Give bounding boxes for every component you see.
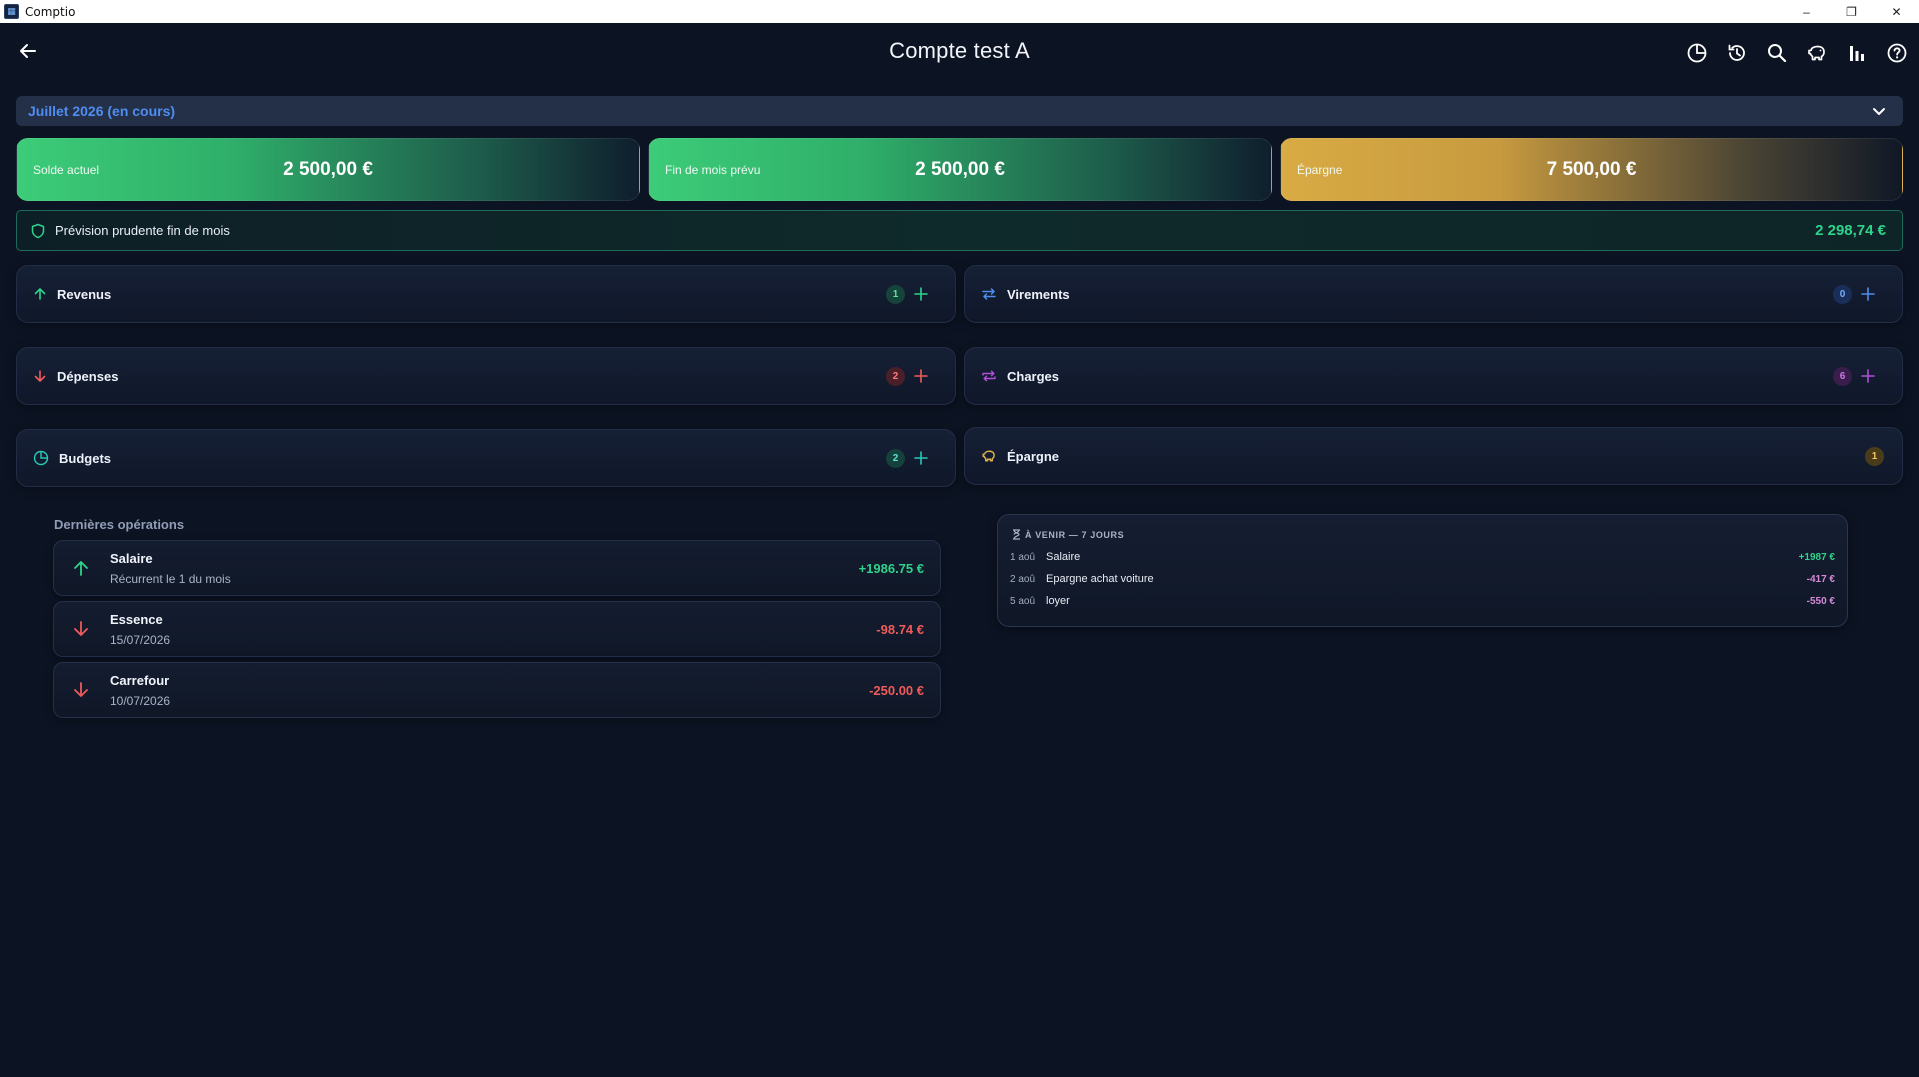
- arrow-down-icon: [74, 621, 88, 636]
- operation-amount: -250.00 €: [869, 683, 924, 698]
- operation-detail: 15/07/2026: [110, 633, 171, 647]
- operation-amount: +1986.75 €: [858, 561, 924, 576]
- help-icon: [1887, 43, 1907, 63]
- upcoming-amount: +1987 €: [1798, 551, 1835, 563]
- app-logo-icon: ▦: [4, 4, 19, 19]
- count-badge: 1: [1865, 446, 1884, 466]
- recent-operations-title: Dernières opérations: [54, 517, 185, 532]
- add-virement-button[interactable]: [1858, 284, 1878, 304]
- operation-row[interactable]: Essence 15/07/2026 -98.74 €: [53, 601, 941, 657]
- plus-icon: [914, 451, 928, 465]
- operation-name: Essence: [110, 612, 163, 627]
- chevron-down-icon: [1873, 108, 1885, 115]
- arrow-down-icon: [74, 682, 88, 697]
- arrow-up-icon: [34, 288, 46, 300]
- pie-chart-icon: [1687, 43, 1707, 63]
- tile-revenus[interactable]: Revenus 1: [16, 265, 956, 323]
- upcoming-item: 1 aoû Salaire +1987 €: [1010, 548, 1835, 566]
- upcoming-item: 2 aoû Epargne achat voiture -417 €: [1010, 570, 1835, 588]
- tile-virements[interactable]: Virements 0: [964, 265, 1903, 323]
- tile-label: Virements: [1007, 286, 1070, 302]
- piggy-bank-icon: [982, 450, 995, 462]
- tile-label: Dépenses: [57, 368, 119, 384]
- arrow-down-icon: [34, 370, 46, 382]
- plus-icon: [1861, 287, 1875, 301]
- app-title: Comptio: [25, 4, 76, 19]
- tile-depenses[interactable]: Dépenses 2: [16, 347, 956, 405]
- operation-detail: Récurrent le 1 du mois: [110, 572, 231, 586]
- card-value: 2 500,00 €: [915, 158, 1005, 180]
- savings-button[interactable]: [1803, 39, 1831, 67]
- plus-icon: [1861, 369, 1875, 383]
- close-button[interactable]: ✕: [1874, 0, 1919, 23]
- tile-label: Épargne: [1007, 448, 1060, 464]
- tile-budgets[interactable]: Budgets 2: [16, 429, 956, 487]
- forecast-value: 2 298,74 €: [1815, 222, 1886, 239]
- history-button[interactable]: [1723, 39, 1751, 67]
- plus-icon: [914, 369, 928, 383]
- search-button[interactable]: [1763, 39, 1791, 67]
- add-depense-button[interactable]: [911, 366, 931, 386]
- maximize-button[interactable]: ❐: [1829, 0, 1874, 23]
- transfer-arrows-icon: [982, 288, 996, 300]
- tile-label: Budgets: [59, 450, 111, 466]
- count-badge: 1: [886, 284, 905, 304]
- forecast-end-of-month-card: Fin de mois prévu 2 500,00 €: [648, 138, 1272, 201]
- operation-row[interactable]: Salaire Récurrent le 1 du mois +1986.75 …: [53, 540, 941, 596]
- page-title: Compte test A: [889, 38, 1030, 63]
- help-button[interactable]: [1883, 39, 1911, 67]
- operation-name: Carrefour: [110, 673, 170, 688]
- page-header: Compte test A: [0, 23, 1919, 81]
- budget-pie-button[interactable]: [1683, 39, 1711, 67]
- operation-name: Salaire: [110, 551, 153, 566]
- hourglass-icon: [1013, 529, 1020, 540]
- pie-chart-icon: [33, 450, 49, 466]
- upcoming-title-text: À VENIR — 7 JOURS: [1025, 529, 1125, 540]
- history-icon: [1728, 44, 1745, 61]
- card-value: 2 500,00 €: [283, 158, 373, 180]
- upcoming-item: 5 aoû loyer -550 €: [1010, 592, 1835, 610]
- tile-label: Charges: [1007, 368, 1060, 384]
- forecast-label: Prévision prudente fin de mois: [55, 223, 230, 238]
- upcoming-title: À VENIR — 7 JOURS: [1012, 529, 1124, 540]
- card-value: 7 500,00 €: [1546, 158, 1637, 180]
- tile-charges[interactable]: Charges 6: [964, 347, 1903, 405]
- count-badge: 2: [886, 448, 905, 468]
- upcoming-date: 1 aoû: [1010, 551, 1036, 563]
- upcoming-panel: À VENIR — 7 JOURS 1 aoû Salaire +1987 € …: [997, 514, 1848, 627]
- upcoming-name: Salaire: [1046, 551, 1081, 563]
- tile-label: Revenus: [57, 286, 112, 302]
- upcoming-name: loyer: [1046, 595, 1070, 607]
- count-badge: 0: [1833, 284, 1852, 304]
- count-badge: 6: [1833, 366, 1852, 386]
- operation-amount: -98.74 €: [876, 622, 924, 637]
- count-badge: 2: [886, 366, 905, 386]
- add-charge-button[interactable]: [1858, 366, 1878, 386]
- add-budget-button[interactable]: [911, 448, 931, 468]
- operation-detail: 10/07/2026: [110, 694, 171, 708]
- savings-card: Épargne 7 500,00 €: [1280, 138, 1903, 201]
- operation-row[interactable]: Carrefour 10/07/2026 -250.00 €: [53, 662, 941, 718]
- prudent-forecast-bar: Prévision prudente fin de mois 2 298,74 …: [16, 210, 1903, 251]
- upcoming-date: 5 aoû: [1010, 595, 1036, 607]
- upcoming-date: 2 aoû: [1010, 573, 1036, 585]
- minimize-button[interactable]: –: [1784, 0, 1829, 23]
- upcoming-name: Epargne achat voiture: [1046, 573, 1154, 585]
- month-selector[interactable]: Juillet 2026 (en cours): [16, 96, 1903, 126]
- repeat-icon: [982, 370, 996, 382]
- current-balance-card: Solde actuel 2 500,00 €: [16, 138, 640, 201]
- plus-icon: [914, 287, 928, 301]
- piggy-bank-icon: [1808, 45, 1825, 61]
- month-label: Juillet 2026 (en cours): [28, 103, 176, 119]
- statistics-button[interactable]: [1843, 39, 1871, 67]
- bar-chart-icon: [1850, 46, 1864, 61]
- tile-epargne[interactable]: Épargne 1: [964, 427, 1903, 485]
- window-titlebar: ▦ Comptio – ❐ ✕: [0, 0, 1919, 23]
- search-icon: [1768, 44, 1787, 63]
- arrow-up-icon: [74, 561, 88, 576]
- add-revenu-button[interactable]: [911, 284, 931, 304]
- upcoming-amount: -550 €: [1806, 595, 1835, 607]
- upcoming-amount: -417 €: [1806, 573, 1835, 585]
- shield-icon: [31, 223, 45, 238]
